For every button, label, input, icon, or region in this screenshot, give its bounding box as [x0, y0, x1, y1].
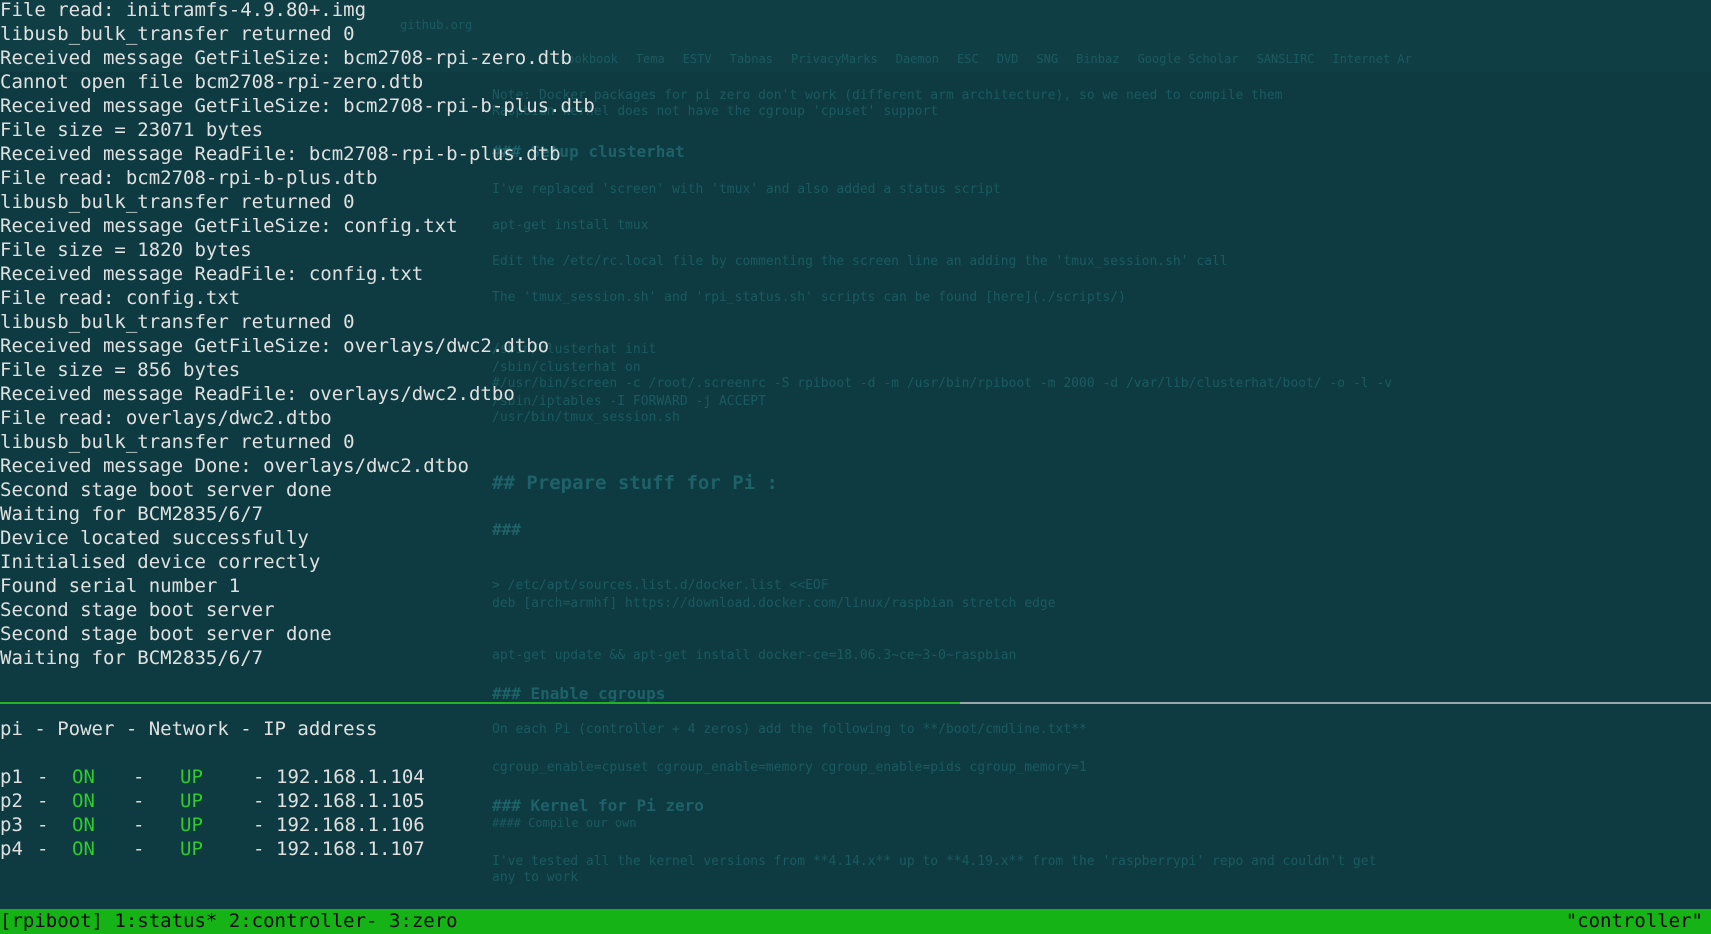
- terminal-output-line: Second stage boot server done: [0, 479, 332, 501]
- status-separator: -: [37, 838, 49, 860]
- tmux-window-list: [rpiboot] 1:status* 2:controller- 3:zero: [0, 909, 458, 934]
- status-network: UP: [180, 838, 203, 860]
- status-separator: -: [133, 814, 145, 836]
- status-separator: -: [253, 766, 265, 788]
- background-text-line: ### Kernel for Pi zero: [492, 796, 704, 815]
- status-separator: -: [253, 838, 265, 860]
- status-separator: -: [253, 814, 265, 836]
- terminal-output-line: Received message GetFileSize: bcm2708-rp…: [0, 95, 595, 117]
- status-power: ON: [72, 814, 95, 836]
- status-separator: -: [133, 838, 145, 860]
- terminal-output-line: Received message GetFileSize: config.txt: [0, 215, 458, 237]
- status-ip-address: 192.168.1.106: [276, 814, 425, 836]
- tmux-session-name: [rpiboot]: [0, 910, 103, 932]
- tmux-host-label: "controller": [1565, 910, 1703, 932]
- background-text-line: I've tested all the kernel versions from…: [492, 854, 1377, 869]
- status-ip-address: 192.168.1.107: [276, 838, 425, 860]
- status-separator: -: [37, 814, 49, 836]
- terminal-output-line: Received message GetFileSize: overlays/d…: [0, 335, 550, 357]
- terminal-output-line: Received message ReadFile: config.txt: [0, 263, 424, 285]
- terminal-output-line: File read: initramfs-4.9.80+.img: [0, 0, 367, 21]
- status-pi-name: p1: [0, 766, 23, 788]
- status-power: ON: [72, 790, 95, 812]
- terminal-output-line: Received message ReadFile: overlays/dwc2…: [0, 383, 515, 405]
- pane-divider-active[interactable]: [0, 702, 960, 704]
- status-ip-address: 192.168.1.105: [276, 790, 425, 812]
- terminal-output-line: File read: config.txt: [0, 287, 241, 309]
- terminal-output-line: File read: overlays/dwc2.dtbo: [0, 407, 332, 429]
- terminal-output-line: Received message Done: overlays/dwc2.dtb…: [0, 455, 469, 477]
- tmux-window-3[interactable]: 3:zero: [378, 910, 458, 932]
- terminal-output-line: Received message GetFileSize: bcm2708-rp…: [0, 47, 572, 69]
- status-header: pi - Power - Network - IP address: [0, 718, 378, 740]
- background-text-line: #### Compile our own: [492, 816, 637, 830]
- background-text-line: cgroup_enable=cpuset cgroup_enable=memor…: [492, 760, 1087, 775]
- terminal-output-line: libusb_bulk_transfer returned 0: [0, 23, 355, 45]
- terminal-output-line: Initialised device correctly: [0, 551, 321, 573]
- status-separator: -: [37, 766, 49, 788]
- pane-divider[interactable]: [960, 702, 1711, 704]
- tmux-window-1[interactable]: 1:status*: [103, 910, 217, 932]
- status-network: UP: [180, 766, 203, 788]
- terminal-output-line: Waiting for BCM2835/6/7: [0, 647, 264, 669]
- terminal-output-line: Second stage boot server done: [0, 623, 332, 645]
- terminal-output-line: Waiting for BCM2835/6/7: [0, 503, 264, 525]
- status-pi-name: p4: [0, 838, 23, 860]
- terminal-output-line: Second stage boot server: [0, 599, 275, 621]
- terminal-output-line: libusb_bulk_transfer returned 0: [0, 431, 355, 453]
- terminal-output-line: File read: bcm2708-rpi-b-plus.dtb: [0, 167, 378, 189]
- terminal-output-line: libusb_bulk_transfer returned 0: [0, 311, 355, 333]
- status-network: UP: [180, 790, 203, 812]
- terminal-output-line: Cannot open file bcm2708-rpi-zero.dtb: [0, 71, 424, 93]
- status-power: ON: [72, 838, 95, 860]
- status-pi-name: p2: [0, 790, 23, 812]
- terminal-output-line: Found serial number 1: [0, 575, 241, 597]
- status-separator: -: [253, 790, 265, 812]
- status-power: ON: [72, 766, 95, 788]
- terminal-pane-rpiboot[interactable]: File read: initramfs-4.9.80+.img libusb_b…: [0, 0, 1711, 701]
- terminal-output-line: Received message ReadFile: bcm2708-rpi-b…: [0, 143, 561, 165]
- background-text-line: On each Pi (controller + 4 zeros) add th…: [492, 722, 1087, 737]
- background-text-line: any to work: [492, 870, 579, 885]
- terminal-output-line: File size = 856 bytes: [0, 359, 241, 381]
- terminal-output-line: File size = 23071 bytes: [0, 119, 264, 141]
- terminal-output-line: Device located successfully: [0, 527, 309, 549]
- terminal-output-line: File size = 1820 bytes: [0, 239, 252, 261]
- status-separator: -: [37, 790, 49, 812]
- status-separator: -: [133, 766, 145, 788]
- tmux-status-bar: [rpiboot] 1:status* 2:controller- 3:zero…: [0, 909, 1711, 934]
- status-network: UP: [180, 814, 203, 836]
- status-pi-name: p3: [0, 814, 23, 836]
- status-ip-address: 192.168.1.104: [276, 766, 425, 788]
- terminal-output-line: libusb_bulk_transfer returned 0: [0, 191, 355, 213]
- tmux-window-2[interactable]: 2:controller-: [217, 910, 378, 932]
- status-separator: -: [133, 790, 145, 812]
